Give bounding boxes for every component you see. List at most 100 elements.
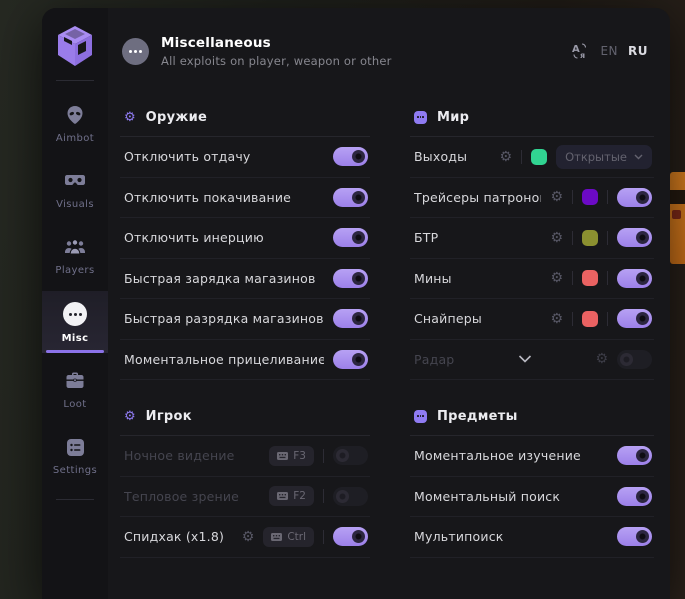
- gear-icon[interactable]: ⚙: [595, 352, 608, 366]
- sidebar-item-label: Loot: [63, 399, 86, 410]
- toggle-switch[interactable]: [617, 446, 652, 465]
- sidebar: Aimbot Visuals Players Misc: [42, 8, 108, 599]
- ellipsis-icon: [63, 302, 87, 326]
- toggle-switch[interactable]: [333, 350, 368, 369]
- svg-text:я: я: [580, 51, 585, 60]
- gear-icon[interactable]: ⚙: [550, 312, 563, 326]
- alien-icon: [65, 104, 85, 126]
- setting-row: Мины ⚙: [410, 259, 654, 300]
- toggle-switch[interactable]: [333, 269, 368, 288]
- setting-row: Моментальное прицеливание: [120, 340, 370, 381]
- toggle-switch[interactable]: [333, 147, 368, 166]
- gear-icon[interactable]: ⚙: [550, 271, 563, 285]
- sidebar-item-aimbot[interactable]: Aimbot: [42, 93, 108, 153]
- setting-row: Ночное видение F3: [120, 436, 370, 477]
- gear-icon: ⚙: [124, 410, 136, 423]
- sidebar-item-visuals[interactable]: Visuals: [42, 159, 108, 219]
- page-subtitle: All exploits on player, weapon or other: [161, 54, 392, 68]
- setting-row: Отключить покачивание: [120, 178, 370, 219]
- color-swatch[interactable]: [582, 270, 598, 286]
- sidebar-item-players[interactable]: Players: [42, 225, 108, 285]
- sidebar-item-label: Settings: [53, 465, 97, 476]
- setting-row: Трейсеры патронов ⚙: [410, 178, 654, 219]
- people-icon: [64, 236, 86, 258]
- keyboard-icon: [277, 452, 288, 460]
- sidebar-item-misc[interactable]: Misc: [42, 291, 108, 353]
- toggle-switch[interactable]: [333, 527, 368, 546]
- translate-icon: Aя: [570, 42, 590, 60]
- gear-icon[interactable]: ⚙: [500, 150, 513, 164]
- sidebar-divider: [56, 80, 94, 81]
- vr-goggles-icon: [64, 170, 86, 192]
- keybind-badge[interactable]: Ctrl: [263, 527, 314, 547]
- sidebar-item-label: Aimbot: [56, 133, 94, 144]
- header: Miscellaneous All exploits on player, we…: [108, 8, 670, 88]
- setting-row: Отключить отдачу: [120, 137, 370, 178]
- lang-ru-button[interactable]: RU: [628, 44, 648, 58]
- exits-dropdown[interactable]: Открытые: [556, 145, 652, 169]
- keybind-badge[interactable]: F3: [269, 446, 314, 466]
- section-items: Предметы Моментальное изучение Моменталь…: [410, 403, 654, 558]
- setting-row: Мультипоиск: [410, 517, 654, 558]
- color-swatch[interactable]: [531, 149, 547, 165]
- color-swatch[interactable]: [582, 230, 598, 246]
- toggle-switch[interactable]: [333, 487, 368, 506]
- section-weapon: ⚙ Оружие Отключить отдачу Отключить пока…: [120, 104, 370, 380]
- screen: Aimbot Visuals Players Misc: [0, 0, 685, 599]
- color-swatch[interactable]: [582, 311, 598, 327]
- section-world: Мир Выходы ⚙ Открытые: [410, 104, 654, 380]
- setting-row: Отключить инерцию: [120, 218, 370, 259]
- sidebar-item-label: Misc: [62, 333, 89, 344]
- gear-icon[interactable]: ⚙: [550, 231, 563, 245]
- setting-row: Спидхак (x1.8) ⚙ Ctrl: [120, 517, 370, 558]
- setting-row: Моментальный поиск: [410, 477, 654, 518]
- toggle-switch[interactable]: [617, 487, 652, 506]
- setting-row: Быстрая разрядка магазинов: [120, 299, 370, 340]
- section-title: Оружие: [146, 110, 208, 125]
- toggle-switch[interactable]: [333, 228, 368, 247]
- section-player: ⚙ Игрок Ночное видение F3: [120, 403, 370, 558]
- toggle-switch[interactable]: [333, 446, 368, 465]
- toggle-switch[interactable]: [617, 269, 652, 288]
- app-logo-icon: [53, 22, 97, 70]
- sidebar-item-label: Visuals: [56, 199, 94, 210]
- items-icon: [414, 410, 427, 423]
- section-title: Предметы: [437, 409, 518, 424]
- setting-row: Быстрая зарядка магазинов: [120, 259, 370, 300]
- chevron-down-icon: [634, 154, 643, 160]
- misc-page-icon: [122, 38, 149, 65]
- cheat-menu-window: Aimbot Visuals Players Misc: [42, 8, 670, 599]
- section-title: Мир: [437, 110, 469, 125]
- toggle-switch[interactable]: [617, 188, 652, 207]
- setting-row: Тепловое зрение F2: [120, 477, 370, 518]
- toggle-switch[interactable]: [617, 527, 652, 546]
- lang-en-button[interactable]: EN: [600, 44, 618, 58]
- game-background-sign: [670, 172, 685, 264]
- toggle-switch[interactable]: [617, 350, 652, 369]
- page-title: Miscellaneous: [161, 35, 392, 51]
- briefcase-icon: [65, 370, 85, 392]
- chevron-down-icon[interactable]: [518, 355, 532, 363]
- gear-icon[interactable]: ⚙: [242, 530, 255, 544]
- color-swatch[interactable]: [582, 189, 598, 205]
- toggle-switch[interactable]: [333, 188, 368, 207]
- sidebar-item-label: Players: [55, 265, 94, 276]
- toggle-switch[interactable]: [617, 228, 652, 247]
- gear-icon[interactable]: ⚙: [550, 190, 563, 204]
- setting-row: Моментальное изучение: [410, 436, 654, 477]
- svg-text:A: A: [572, 44, 580, 55]
- setting-row: Выходы ⚙ Открытые: [410, 137, 654, 178]
- section-title: Игрок: [146, 409, 192, 424]
- keybind-badge[interactable]: F2: [269, 486, 314, 506]
- setting-row: Радар ⚙: [410, 340, 654, 381]
- setting-row: БТР ⚙: [410, 218, 654, 259]
- world-icon: [414, 111, 427, 124]
- sidebar-item-settings[interactable]: Settings: [42, 425, 108, 485]
- toggle-switch[interactable]: [617, 309, 652, 328]
- list-icon: [66, 436, 85, 458]
- toggle-switch[interactable]: [333, 309, 368, 328]
- gear-icon: ⚙: [124, 111, 136, 124]
- sidebar-divider: [56, 499, 94, 500]
- sidebar-item-loot[interactable]: Loot: [42, 359, 108, 419]
- setting-row: Снайперы ⚙: [410, 299, 654, 340]
